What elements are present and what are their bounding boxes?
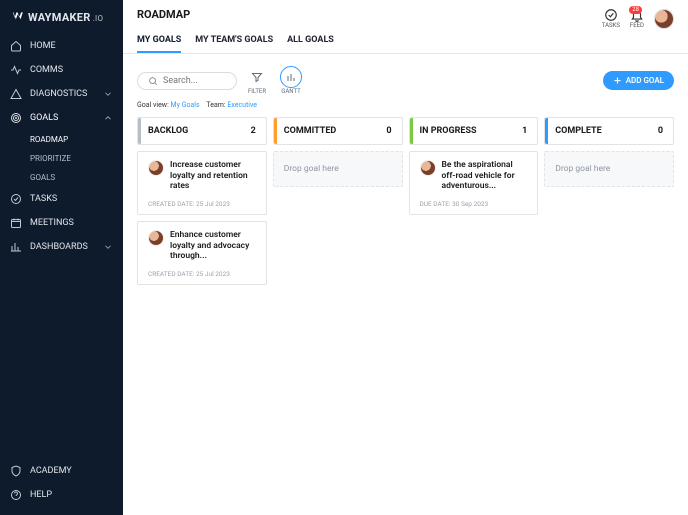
nav-goals[interactable]: GOALS	[0, 106, 123, 130]
add-goal-button[interactable]: ADD GOAL	[603, 71, 674, 90]
tabs: MY GOALS MY TEAM'S GOALS ALL GOALS	[123, 29, 688, 54]
goal-card[interactable]: Enhance customer loyalty and advocacy th…	[137, 221, 267, 285]
top-actions: TASKS 28 FEED	[602, 8, 674, 29]
column-count: 0	[658, 126, 663, 136]
chevron-down-icon	[103, 242, 113, 252]
feed-badge: 28	[629, 6, 642, 14]
bar-chart-icon	[10, 241, 22, 253]
filter-icon	[246, 66, 268, 88]
column-header: COMMITTED 0	[273, 117, 403, 145]
nav-help[interactable]: HELP	[0, 483, 123, 507]
sidebar: WAYMAKER .IO HOME COMMS DIAGNOSTICS	[0, 0, 123, 515]
nav-label: GOALS	[30, 113, 58, 123]
column-count: 2	[251, 126, 256, 136]
column-in-progress: IN PROGRESS 1 Be the aspirational off-ro…	[409, 117, 539, 221]
nav-dashboards[interactable]: DASHBOARDS	[0, 235, 123, 259]
subnav-roadmap[interactable]: ROADMAP	[30, 130, 123, 149]
goal-card[interactable]: Increase customer loyalty and retention …	[137, 151, 267, 215]
toolbar: FILTER GANTT ADD GOAL	[123, 54, 688, 101]
nav-academy[interactable]: ACADEMY	[0, 459, 123, 483]
plus-icon	[613, 76, 622, 85]
avatar	[420, 160, 436, 176]
chevron-down-icon	[103, 89, 113, 99]
brand: WAYMAKER .IO	[0, 8, 123, 34]
check-circle-icon	[604, 8, 618, 22]
goal-title: Enhance customer loyalty and advocacy th…	[170, 230, 256, 262]
tab-my-teams-goals[interactable]: MY TEAM'S GOALS	[195, 35, 273, 53]
primary-nav-2: TASKS MEETINGS DASHBOARDS	[0, 187, 123, 259]
goal-title: Be the aspirational off-road vehicle for…	[442, 160, 528, 192]
brand-suffix: .IO	[93, 14, 104, 23]
search[interactable]	[137, 72, 237, 90]
column-committed: COMMITTED 0 Drop goal here	[273, 117, 403, 187]
subnav-goals[interactable]: GOALS	[30, 168, 123, 187]
column-backlog: BACKLOG 2 Increase customer loyalty and …	[137, 117, 267, 291]
column-count: 0	[386, 126, 391, 136]
nav-diagnostics[interactable]: DIAGNOSTICS	[0, 82, 123, 106]
column-complete: COMPLETE 0 Drop goal here	[544, 117, 674, 187]
activity-icon	[10, 64, 22, 76]
primary-nav: HOME COMMS DIAGNOSTICS GOALS	[0, 34, 123, 130]
goal-card[interactable]: Be the aspirational off-road vehicle for…	[409, 151, 539, 215]
dropzone[interactable]: Drop goal here	[273, 151, 403, 187]
nav-label: MEETINGS	[30, 218, 74, 228]
goals-subnav: ROADMAP PRIORITIZE GOALS	[0, 130, 123, 187]
main: ROADMAP TASKS 28 FEED MY GOALS MY TEAM'S…	[123, 0, 688, 515]
nav-label: ACADEMY	[30, 466, 72, 476]
filter-button[interactable]: FILTER	[243, 64, 271, 97]
topbar: ROADMAP TASKS 28 FEED	[123, 0, 688, 29]
brand-name: WAYMAKER	[28, 11, 91, 24]
tab-all-goals[interactable]: ALL GOALS	[287, 35, 334, 53]
column-header: BACKLOG 2	[137, 117, 267, 145]
page-title: ROADMAP	[137, 8, 190, 21]
nav-label: HELP	[30, 490, 52, 500]
column-header: IN PROGRESS 1	[409, 117, 539, 145]
search-input[interactable]	[163, 76, 226, 86]
brand-logo-icon	[10, 10, 24, 24]
footer-nav: ACADEMY HELP	[0, 459, 123, 507]
nav-tasks[interactable]: TASKS	[0, 187, 123, 211]
nav-meetings[interactable]: MEETINGS	[0, 211, 123, 235]
chevron-up-icon	[103, 113, 113, 123]
calendar-icon	[10, 217, 22, 229]
target-icon	[10, 112, 22, 124]
tab-my-goals[interactable]: MY GOALS	[137, 35, 181, 53]
goal-view-link[interactable]: My Goals	[171, 101, 200, 109]
top-feed[interactable]: 28 FEED	[630, 8, 644, 29]
dropzone[interactable]: Drop goal here	[544, 151, 674, 187]
shield-icon	[10, 465, 22, 477]
goal-title: Increase customer loyalty and retention …	[170, 160, 256, 192]
home-icon	[10, 40, 22, 52]
top-tasks[interactable]: TASKS	[602, 8, 620, 29]
nav-label: COMMS	[30, 65, 63, 75]
goal-meta: CREATED DATE: 25 Jul 2023	[148, 200, 256, 208]
nav-label: TASKS	[30, 194, 57, 204]
column-header: COMPLETE 0	[544, 117, 674, 145]
gantt-icon	[280, 66, 302, 88]
help-icon	[10, 489, 22, 501]
column-count: 1	[522, 126, 527, 136]
nav-label: HOME	[30, 41, 56, 51]
nav-home[interactable]: HOME	[0, 34, 123, 58]
goal-meta: CREATED DATE: 25 Jul 2023	[148, 270, 256, 278]
triangle-icon	[10, 88, 22, 100]
nav-comms[interactable]: COMMS	[0, 58, 123, 82]
search-icon	[148, 76, 158, 86]
avatar	[148, 160, 164, 176]
view-meta: Goal view: My Goals Team: Executive	[123, 101, 688, 117]
check-circle-icon	[10, 193, 22, 205]
user-avatar[interactable]	[654, 9, 674, 29]
subnav-prioritize[interactable]: PRIORITIZE	[30, 149, 123, 168]
team-link[interactable]: Executive	[227, 101, 257, 109]
nav-label: DIAGNOSTICS	[30, 89, 87, 99]
kanban-board: BACKLOG 2 Increase customer loyalty and …	[123, 117, 688, 311]
avatar	[148, 230, 164, 246]
goal-meta: DUE DATE: 30 Sep 2023	[420, 200, 528, 208]
nav-label: DASHBOARDS	[30, 242, 88, 252]
gantt-button[interactable]: GANTT	[277, 64, 305, 97]
